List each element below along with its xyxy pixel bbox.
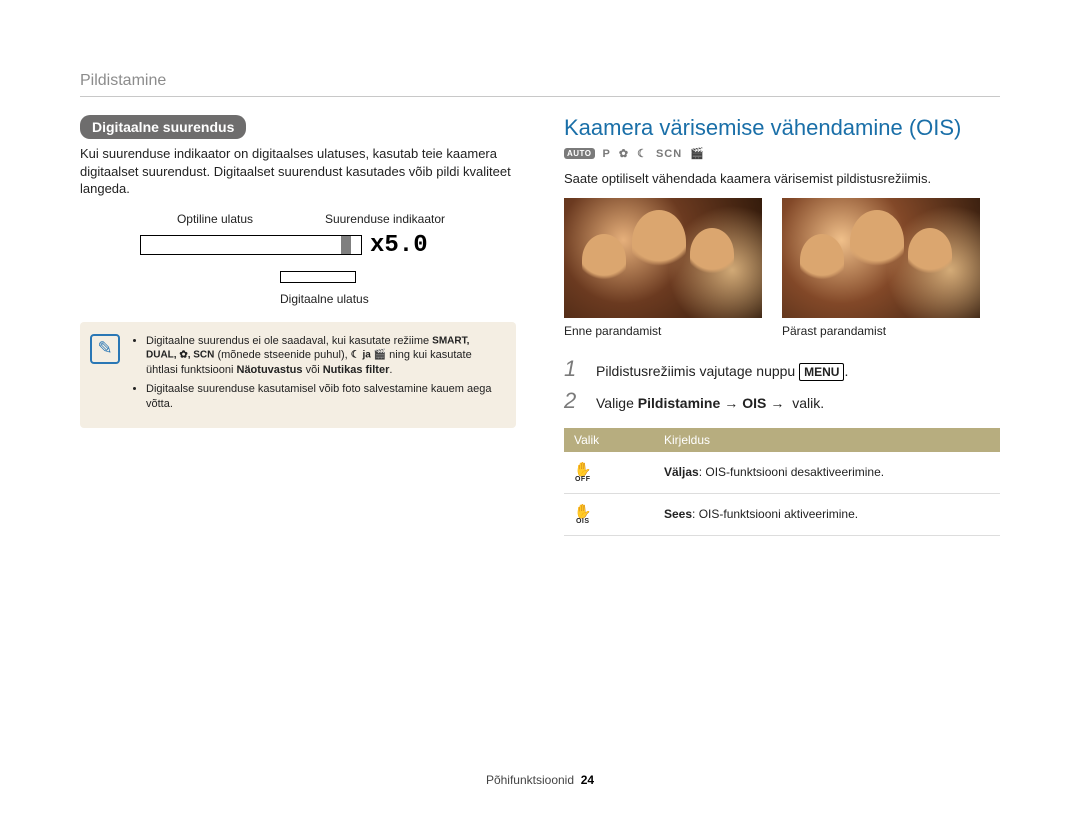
ois-intro: Saate optiliselt vähendada kaamera väris… [564, 170, 1000, 188]
photo-before [564, 198, 762, 318]
mode-movie-icon: 🎬 [690, 147, 705, 160]
th-description: Kirjeldus [654, 428, 1000, 452]
mode-auto-icon: AUTO [564, 148, 595, 159]
ois-off-icon: ✋OFF [574, 462, 591, 483]
note-box: ✎ Digitaalne suurendus ei ole saadaval, … [80, 322, 516, 428]
note-icon: ✎ [90, 334, 120, 364]
label-digital-range: Digitaalne ulatus [280, 292, 480, 306]
zoom-bar [140, 235, 362, 255]
breadcrumb: Pildistamine [80, 72, 1000, 97]
th-option: Valik [564, 428, 654, 452]
digital-range-bar [280, 271, 356, 283]
mode-scn-icon: SCN [656, 148, 682, 160]
options-table: Valik Kirjeldus ✋OFF Väljas: OIS-funktsi… [564, 428, 1000, 536]
step-number-2: 2 [564, 388, 582, 414]
menu-button[interactable]: MENU [799, 363, 844, 381]
zoom-value: x5.0 [370, 232, 428, 259]
label-optical-range: Optiline ulatus [140, 212, 290, 226]
photo-after [782, 198, 980, 318]
left-column: Digitaalne suurendus Kui suurenduse indi… [80, 115, 516, 536]
mode-moon-icon: ☾ [637, 147, 648, 160]
table-row: ✋OIS Sees: OIS-funktsiooni aktiveerimine… [564, 493, 1000, 535]
content-columns: Digitaalne suurendus Kui suurenduse indi… [80, 115, 1000, 536]
mode-flower-icon: ✿ [619, 147, 629, 160]
heading-ois: Kaamera värisemise vähendamine (OIS) [564, 115, 1000, 141]
step-number-1: 1 [564, 356, 582, 382]
caption-after: Pärast parandamist [782, 324, 980, 338]
comparison-photos [564, 198, 1000, 318]
step-1: 1 Pildistusrežiimis vajutage nuppu MENU. [564, 356, 1000, 382]
note-bullet-2: Digitaalse suurenduse kasutamisel võib f… [146, 382, 502, 412]
table-row: ✋OFF Väljas: OIS-funktsiooni desaktiveer… [564, 452, 1000, 494]
section-pill-digital-zoom: Digitaalne suurendus [80, 115, 246, 139]
page-footer: Põhifunktsioonid 24 [0, 773, 1080, 787]
right-column: Kaamera värisemise vähendamine (OIS) AUT… [564, 115, 1000, 536]
caption-before: Enne parandamist [564, 324, 762, 338]
note-bullet-1: Digitaalne suurendus ei ole saadaval, ku… [146, 334, 502, 379]
mode-p-icon: P [603, 148, 611, 160]
ois-on-icon: ✋OIS [574, 504, 591, 525]
digital-zoom-intro: Kui suurenduse indikaator on digitaalses… [80, 145, 516, 198]
label-zoom-indicator: Suurenduse indikaator [290, 212, 480, 226]
zoom-diagram: Optiline ulatus Suurenduse indikaator x5… [140, 212, 480, 306]
mode-icons-inline-2: ☾ ja 🎬 [351, 350, 386, 361]
step-2: 2 Valige Pildistamine→OIS→ valik. [564, 388, 1000, 414]
zoom-indicator-handle [341, 236, 351, 254]
mode-row: AUTO P ✿ ☾ SCN 🎬 [564, 147, 1000, 160]
